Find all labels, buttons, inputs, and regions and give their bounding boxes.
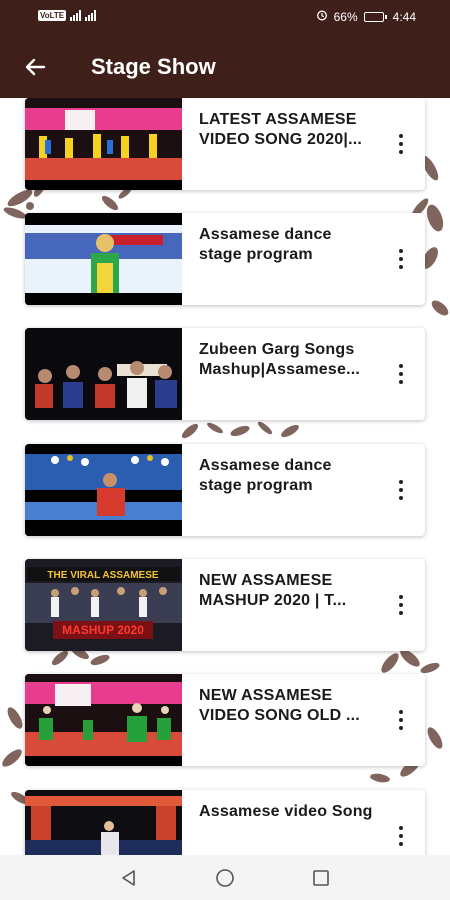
- nav-home-button[interactable]: [212, 865, 238, 891]
- arrow-left-icon: [25, 58, 46, 76]
- video-thumbnail[interactable]: [25, 444, 182, 536]
- signal-icon: [70, 10, 82, 21]
- square-recents-icon: [313, 870, 329, 886]
- signal-icon-2: [85, 10, 97, 21]
- status-right: 66% 4:44: [316, 9, 416, 24]
- video-thumbnail[interactable]: [25, 328, 182, 420]
- viral-banner-text: THE VIRAL ASSAMESE: [47, 570, 158, 581]
- video-card[interactable]: LATEST ASSAMESE VIDEO SONG 2020|...: [25, 98, 425, 190]
- page-title: Stage Show: [91, 54, 216, 79]
- video-title[interactable]: Assamese dance stage program: [199, 456, 389, 496]
- app-bar: Stage Show: [0, 34, 450, 98]
- video-title[interactable]: Zubeen Garg Songs Mashup|Assamese...: [199, 340, 389, 380]
- triangle-back-icon: [122, 870, 135, 886]
- clock: 4:44: [392, 9, 416, 24]
- video-title[interactable]: NEW ASSAMESE VIDEO SONG OLD ...: [199, 686, 389, 726]
- floral-decoration: [181, 421, 299, 439]
- more-options-button[interactable]: [389, 816, 413, 855]
- video-card[interactable]: Assamese video Song: [25, 790, 425, 855]
- more-options-button[interactable]: [389, 700, 413, 740]
- circle-home-icon: [216, 869, 234, 887]
- more-options-button[interactable]: [389, 585, 413, 625]
- video-thumbnail[interactable]: [25, 674, 182, 766]
- more-options-button[interactable]: [389, 239, 413, 279]
- more-options-button[interactable]: [389, 470, 413, 510]
- video-title[interactable]: Assamese dance stage program: [199, 225, 389, 265]
- mashup-banner-text: MASHUP 2020: [62, 623, 144, 637]
- video-card[interactable]: THE VIRAL ASSAMESE MASHUP 2020 NEW ASSAM…: [25, 559, 425, 651]
- network-badge: VoLTE: [38, 10, 67, 21]
- nav-back-button[interactable]: [116, 865, 142, 891]
- more-options-button[interactable]: [389, 124, 413, 164]
- status-bar: VoLTE 66% 4:44: [0, 0, 450, 34]
- battery-percent: 66%: [333, 9, 358, 24]
- battery-icon: [363, 11, 387, 22]
- video-thumbnail[interactable]: [25, 98, 182, 190]
- video-card[interactable]: NEW ASSAMESE VIDEO SONG OLD ...: [25, 674, 425, 766]
- video-thumbnail[interactable]: THE VIRAL ASSAMESE MASHUP 2020: [25, 559, 182, 651]
- nav-recents-button[interactable]: [308, 865, 334, 891]
- video-card[interactable]: Zubeen Garg Songs Mashup|Assamese...: [25, 328, 425, 420]
- video-list[interactable]: LATEST ASSAMESE VIDEO SONG 2020|... Assa…: [0, 98, 450, 855]
- video-title[interactable]: Assamese video Song: [199, 802, 389, 822]
- video-thumbnail[interactable]: [25, 213, 182, 305]
- more-options-button[interactable]: [389, 354, 413, 394]
- navigation-bar: [0, 855, 450, 900]
- video-title[interactable]: LATEST ASSAMESE VIDEO SONG 2020|...: [199, 110, 389, 150]
- back-button[interactable]: [20, 52, 50, 82]
- alarm-icon: [316, 9, 328, 24]
- video-thumbnail[interactable]: [25, 790, 182, 855]
- status-left: VoLTE: [38, 10, 97, 21]
- video-card[interactable]: Assamese dance stage program: [25, 444, 425, 536]
- video-title[interactable]: NEW ASSAMESE MASHUP 2020 | T...: [199, 571, 389, 611]
- video-card[interactable]: Assamese dance stage program: [25, 213, 425, 305]
